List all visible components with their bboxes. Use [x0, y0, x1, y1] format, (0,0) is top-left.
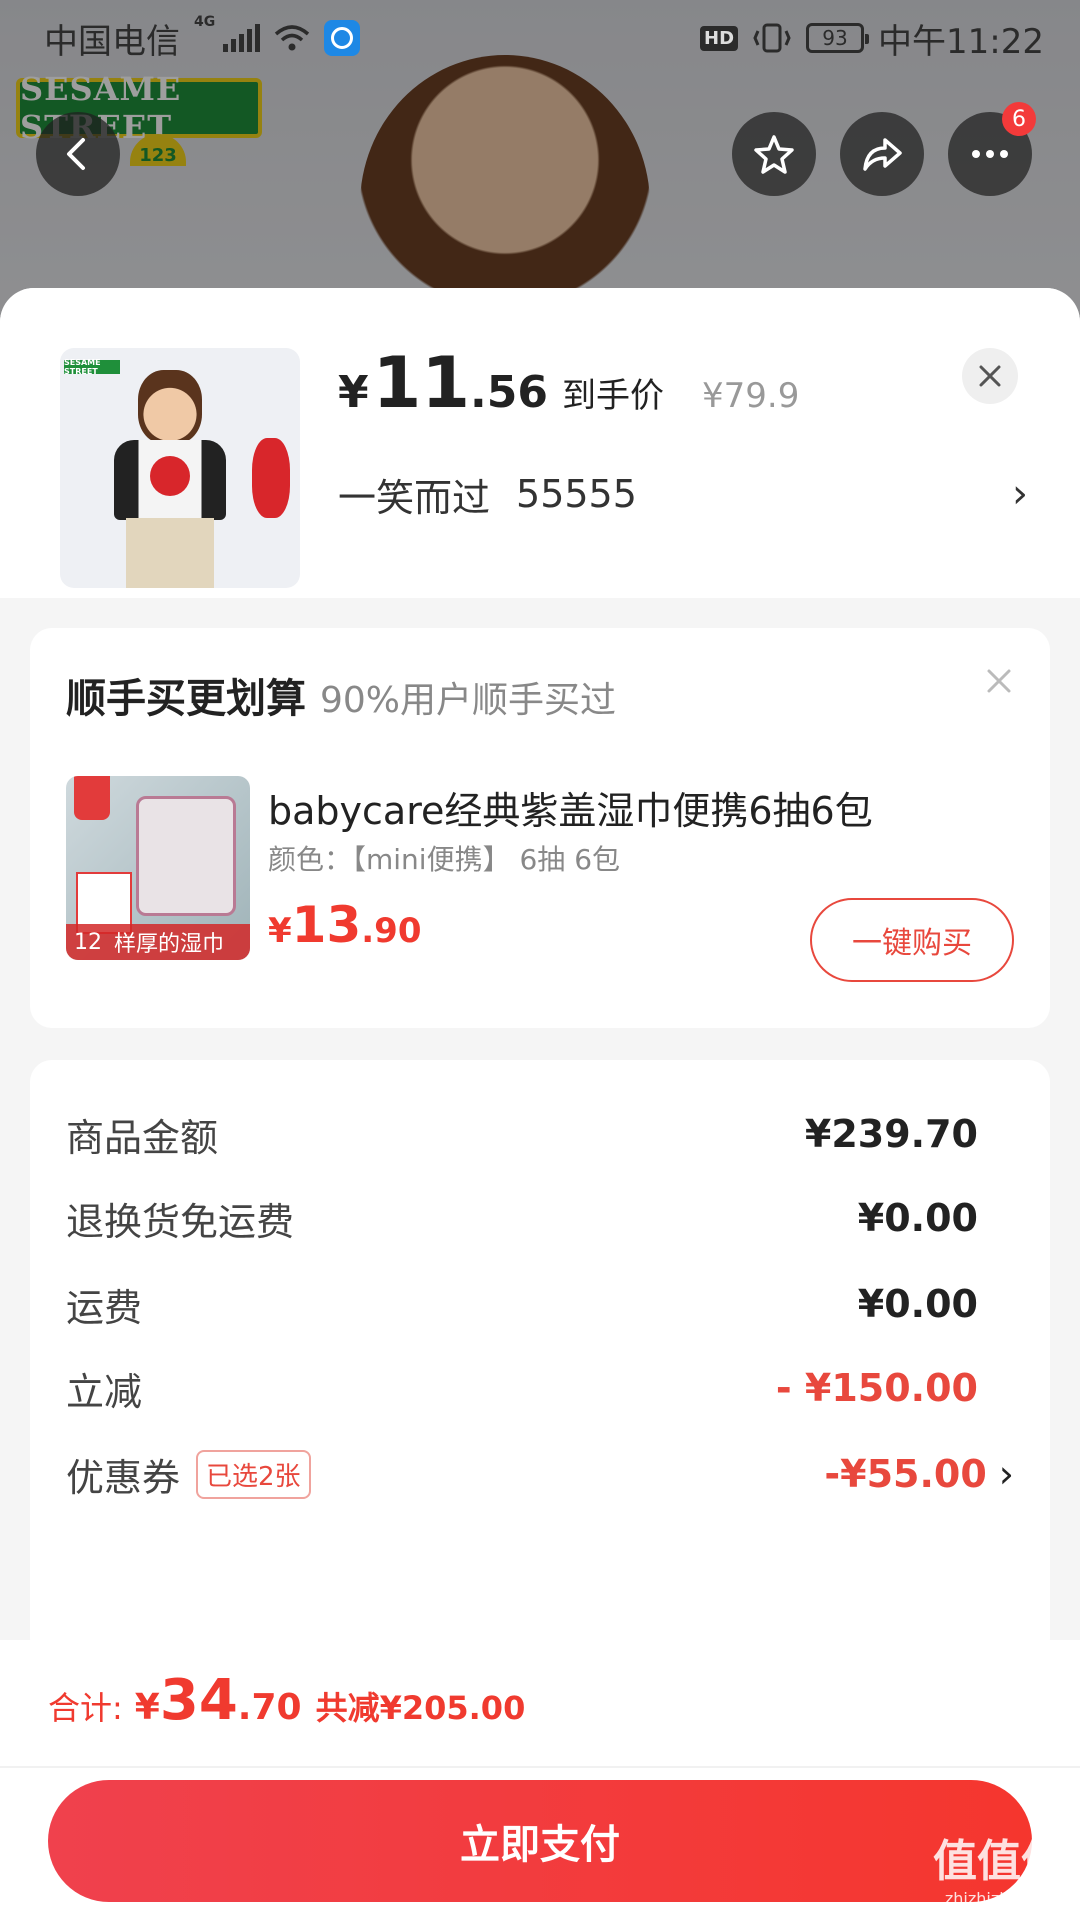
summary-value: - ¥150.00 — [775, 1366, 978, 1410]
network-type: 4G — [194, 13, 216, 30]
wifi-icon — [275, 25, 310, 51]
share-button[interactable] — [840, 112, 924, 196]
summary-label: 优惠券 — [66, 1455, 181, 1500]
battery-icon: 93 — [806, 23, 870, 53]
addon-product-thumbnail[interactable]: 12 样厚的湿巾 — [66, 776, 250, 960]
close-icon[interactable] — [984, 666, 1014, 696]
thumb-brand-tag: SESAME STREET — [64, 358, 120, 376]
divider — [0, 1766, 1080, 1768]
price-label: 到手价 — [562, 376, 664, 416]
chevron-right-icon: › — [1012, 471, 1028, 517]
summary-value: ¥0.00 — [857, 1282, 978, 1326]
price-integer: 11 — [372, 342, 471, 424]
thumb-elmo-print — [150, 456, 190, 496]
one-click-buy-button[interactable]: 一键购买 — [810, 898, 1014, 982]
back-icon — [67, 138, 85, 170]
vibrate-icon — [753, 23, 791, 53]
thumb-model-head — [138, 370, 202, 444]
notification-badge: 6 — [1002, 102, 1036, 136]
price-decimal: .56 — [470, 367, 548, 418]
addon-header: 顺手买更划算 90%用户顺手买过 — [66, 666, 616, 724]
status-left: 中国电信 4G — [44, 13, 361, 63]
variant-name: 一笑而过 — [338, 475, 491, 520]
price-currency: ¥ — [338, 367, 369, 418]
addon-price: ¥ 13 .90 — [268, 896, 422, 954]
addon-price-decimal: .90 — [361, 911, 422, 951]
thumb-banner-text: 样厚的湿巾 — [114, 932, 225, 957]
total-label: 合计: — [48, 1689, 123, 1727]
product-summary: SESAME STREET ¥ 11 .56 到手价 ¥79.9 一笑而过 55… — [0, 288, 1080, 598]
app-notification-icon — [324, 20, 361, 56]
pay-now-button[interactable]: 立即支付 — [48, 1780, 1032, 1902]
final-price: ¥ 11 .56 到手价 ¥79.9 — [338, 348, 799, 418]
summary-row-shipping: 运费 ¥0.00 — [66, 1274, 1014, 1334]
addon-price-currency: ¥ — [268, 911, 292, 951]
addon-product-spec: 颜色：【mini便携】 6抽 6包 — [268, 843, 621, 876]
watermark-url: zhizhizhi.com — [944, 1889, 1054, 1908]
summary-value: -¥55.00 — [824, 1452, 987, 1496]
back-button[interactable] — [36, 112, 120, 196]
addon-price-integer: 13 — [291, 896, 362, 954]
summary-label: 商品金额 — [66, 1115, 219, 1160]
carrier-label: 中国电信 — [44, 21, 180, 62]
variant-selector[interactable]: 一笑而过 55555 › — [338, 464, 1028, 524]
thumb-wipes-pack — [136, 796, 236, 916]
summary-row-goods: 商品金额 ¥239.70 — [66, 1104, 1014, 1164]
more-button[interactable]: 6 — [948, 102, 1036, 196]
addon-product-name[interactable]: babycare经典紫盖湿巾便携6抽6包 — [268, 780, 873, 835]
variant-code: 55555 — [516, 472, 637, 516]
close-sheet-button[interactable] — [962, 348, 1018, 404]
thumb-elmo-figure — [252, 438, 290, 518]
star-icon — [754, 135, 794, 174]
summary-value: ¥0.00 — [857, 1196, 978, 1240]
product-thumbnail[interactable]: SESAME STREET — [60, 348, 300, 588]
status-right: HD 93 中午11:22 — [700, 14, 1044, 63]
summary-row-coupon[interactable]: 优惠券 已选2张 -¥55.00 › — [66, 1444, 1014, 1504]
summary-row-instant-discount: 立减 - ¥150.00 — [66, 1358, 1014, 1418]
site-watermark: 值值值 zhizhizhi.com — [926, 1834, 1072, 1914]
thumb-brand-mark — [74, 776, 110, 820]
order-total: 合计: ¥ 34 .70 共减¥205.00 — [48, 1668, 525, 1733]
checkout-bar: 合计: ¥ 34 .70 共减¥205.00 立即支付 — [0, 1640, 1080, 1920]
summary-label: 立减 — [66, 1369, 143, 1414]
summary-value: ¥239.70 — [804, 1112, 978, 1156]
summary-row-return-shipping: 退换货免运费 ¥0.00 — [66, 1188, 1014, 1248]
addon-title: 顺手买更划算 — [66, 676, 306, 722]
chevron-right-icon: › — [998, 1452, 1014, 1496]
summary-label: 运费 — [66, 1285, 143, 1330]
addon-subtitle: 90%用户顺手买过 — [320, 680, 617, 721]
total-decimal: .70 — [237, 1687, 302, 1728]
share-icon — [863, 138, 902, 171]
order-summary-card: 商品金额 ¥239.70 退换货免运费 ¥0.00 运费 ¥0.00 立减 - … — [30, 1060, 1050, 1660]
favorite-button[interactable] — [732, 112, 816, 196]
close-icon — [979, 365, 1001, 387]
thumb-price: 12 — [74, 929, 102, 955]
thumb-model-pants — [126, 518, 214, 588]
coupon-selected-badge: 已选2张 — [196, 1449, 311, 1499]
more-icon — [972, 150, 1008, 158]
total-integer: 34 — [159, 1668, 238, 1733]
hd-icon: HD — [700, 25, 739, 51]
signal-icon — [223, 24, 261, 52]
original-price: ¥79.9 — [702, 376, 800, 416]
total-savings: 共减¥205.00 — [315, 1689, 526, 1727]
clock: 中午11:22 — [878, 21, 1044, 62]
status-bar: 中国电信 4G HD 93 中午11:22 — [0, 0, 1080, 76]
thumb-banner: 12 样厚的湿巾 — [66, 924, 250, 960]
summary-label: 退换货免运费 — [66, 1199, 295, 1244]
checkout-sheet: SESAME STREET ¥ 11 .56 到手价 ¥79.9 一笑而过 55… — [0, 288, 1080, 1920]
addon-recommendation-card: 顺手买更划算 90%用户顺手买过 12 样厚的湿巾 babycare经典紫盖湿巾… — [30, 628, 1050, 1028]
total-currency: ¥ — [134, 1687, 160, 1728]
watermark-logo: 值值值 — [933, 1836, 1065, 1887]
